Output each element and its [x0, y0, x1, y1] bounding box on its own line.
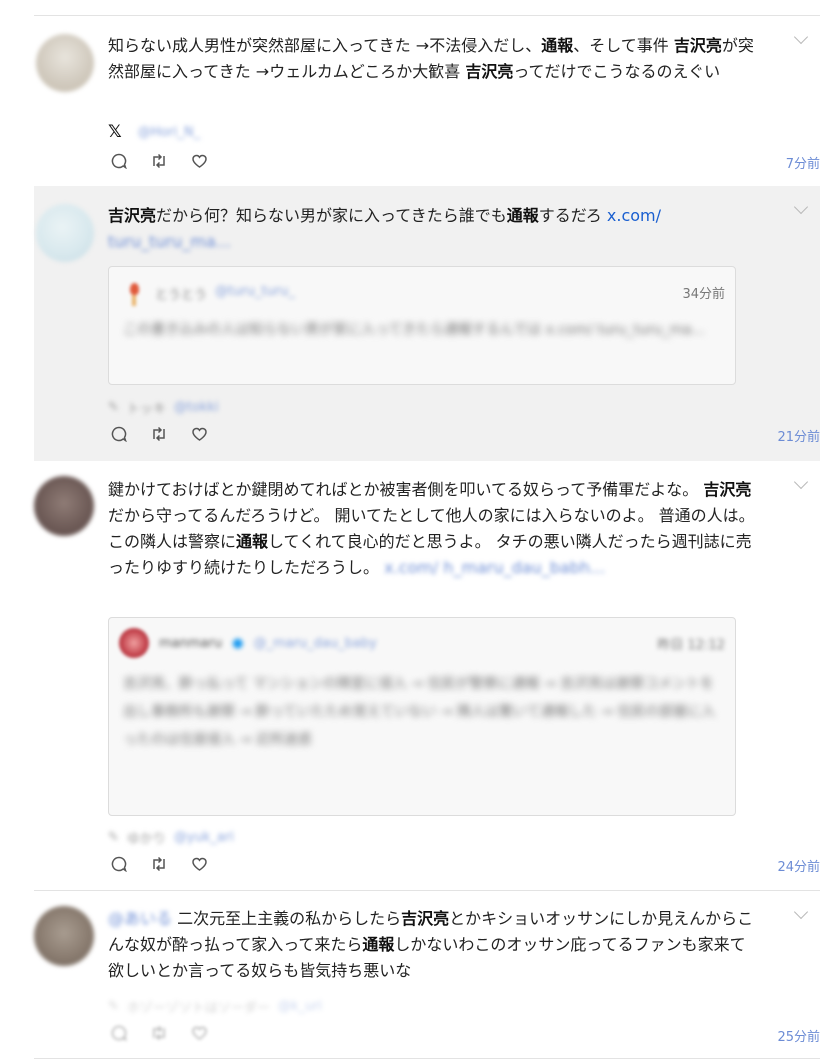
post-2: 吉沢亮だから何？知らない男が家に入ってきたら誰でも通報するだろ x.com/ t…	[34, 186, 820, 461]
quoted-avatar	[123, 281, 145, 307]
quoted-text: この書き込みの人は知らない男が家に入ってきたら通報するんでは x.com/ tu…	[123, 322, 705, 338]
post-text-main: 二次元至上主義の私からしたら吉沢亮とかキショいオッサンにしか見えんからこんな奴が…	[108, 909, 754, 980]
source-user: トッキ	[126, 401, 166, 417]
post-text-main: 吉沢亮だから何？知らない男が家に入ってきたら誰でも通報するだろ x.com/	[108, 206, 662, 225]
x-logo-icon: 𝕏	[108, 122, 122, 142]
post-text: 吉沢亮だから何？知らない男が家に入ってきたら誰でも通報するだろ x.com/ t…	[108, 203, 758, 255]
post-1: 知らない成人男性が突然部屋に入ってきた →不法侵入だし、通報、そして事件 吉沢亮…	[34, 18, 820, 186]
source-handle[interactable]: @k_uri	[278, 999, 322, 1014]
post-link[interactable]: turu_turu_ma...	[108, 232, 231, 251]
post-time[interactable]: 25分前	[777, 1026, 820, 1045]
quoted-avatar	[119, 628, 149, 658]
mention-link[interactable]: @あいる	[108, 909, 172, 928]
retweet-icon[interactable]	[150, 152, 168, 170]
post-link[interactable]: x.com/ h_maru_dau_babh...	[384, 558, 605, 577]
post-time[interactable]: 7分前	[786, 153, 820, 172]
post-text: 知らない成人男性が突然部屋に入ってきた →不法侵入だし、通報、そして事件 吉沢亮…	[108, 36, 754, 81]
post-3: 鍵かけておけばとか鍵閉めてればとか被害者側を叩いてる奴らって予備軍だよな。 吉沢…	[34, 461, 820, 891]
source-handle[interactable]: @Hori_N_	[138, 125, 200, 140]
chevron-down-icon[interactable]	[793, 474, 809, 490]
like-icon[interactable]	[190, 1024, 208, 1042]
post-divider	[34, 1058, 820, 1059]
post-actions	[110, 425, 208, 443]
avatar[interactable]	[36, 204, 94, 262]
reply-icon[interactable]	[110, 1024, 128, 1042]
quoted-time: 昨日 12:12	[657, 638, 725, 653]
post-time[interactable]: 21分前	[777, 426, 820, 445]
quoted-post-card[interactable]: manmaru ● @_maru_dau_baby 昨日 12:12 吉沢亮、酔…	[108, 617, 736, 816]
quoted-text: 吉沢亮、酔っ払って マンションの隣室に侵入 → 住民が警察に通報 → 吉沢亮は謝…	[123, 676, 716, 748]
reply-icon[interactable]	[110, 152, 128, 170]
post-actions	[110, 152, 208, 170]
like-icon[interactable]	[190, 855, 208, 873]
retweet-icon[interactable]	[150, 1024, 168, 1042]
top-divider	[34, 15, 820, 16]
reply-icon[interactable]	[110, 425, 128, 443]
post-actions	[110, 1024, 208, 1042]
post-text: @あいる 二次元至上主義の私からしたら吉沢亮とかキショいオッサンにしか見えんから…	[108, 906, 758, 984]
like-icon[interactable]	[190, 425, 208, 443]
retweet-icon[interactable]	[150, 425, 168, 443]
source-user: ホゾーゾソトはソーダー	[126, 1000, 270, 1016]
chevron-down-icon[interactable]	[793, 29, 809, 45]
chevron-down-icon[interactable]	[793, 199, 809, 215]
quoted-time: 34分前	[682, 287, 725, 302]
quoted-user: とうとう @turu_turu_	[155, 284, 295, 303]
post-text: 鍵かけておけばとか鍵閉めてればとか被害者側を叩いてる奴らって予備軍だよな。 吉沢…	[108, 477, 758, 581]
post-source[interactable]: 𝕏 @Hori_N_	[108, 122, 200, 142]
post-source[interactable]: ✎ ホゾーゾソトはソーダー @k_uri	[108, 997, 322, 1016]
retweet-icon[interactable]	[150, 855, 168, 873]
post-actions	[110, 855, 208, 873]
like-icon[interactable]	[190, 152, 208, 170]
chevron-down-icon[interactable]	[793, 904, 809, 920]
source-icon: ✎	[108, 829, 119, 845]
avatar[interactable]	[36, 34, 94, 92]
source-handle[interactable]: @yuk_ari	[174, 830, 234, 845]
post-4: @あいる 二次元至上主義の私からしたら吉沢亮とかキショいオッサンにしか見えんから…	[34, 891, 820, 1056]
post-time[interactable]: 24分前	[777, 856, 820, 875]
avatar[interactable]	[34, 906, 94, 966]
post-source[interactable]: ✎ ゆかり @yuk_ari	[108, 828, 234, 847]
quoted-post-card[interactable]: とうとう @turu_turu_ 34分前 この書き込みの人は知らない男が家に入…	[108, 266, 736, 385]
post-source[interactable]: ✎ トッキ @tokki	[108, 398, 219, 417]
avatar[interactable]	[34, 476, 94, 536]
source-handle[interactable]: @tokki	[174, 400, 219, 415]
source-user: ゆかり	[126, 831, 166, 847]
reply-icon[interactable]	[110, 855, 128, 873]
source-icon: ✎	[108, 399, 119, 415]
quoted-user: manmaru ● @_maru_dau_baby	[159, 636, 377, 651]
source-icon: ✎	[108, 998, 119, 1014]
